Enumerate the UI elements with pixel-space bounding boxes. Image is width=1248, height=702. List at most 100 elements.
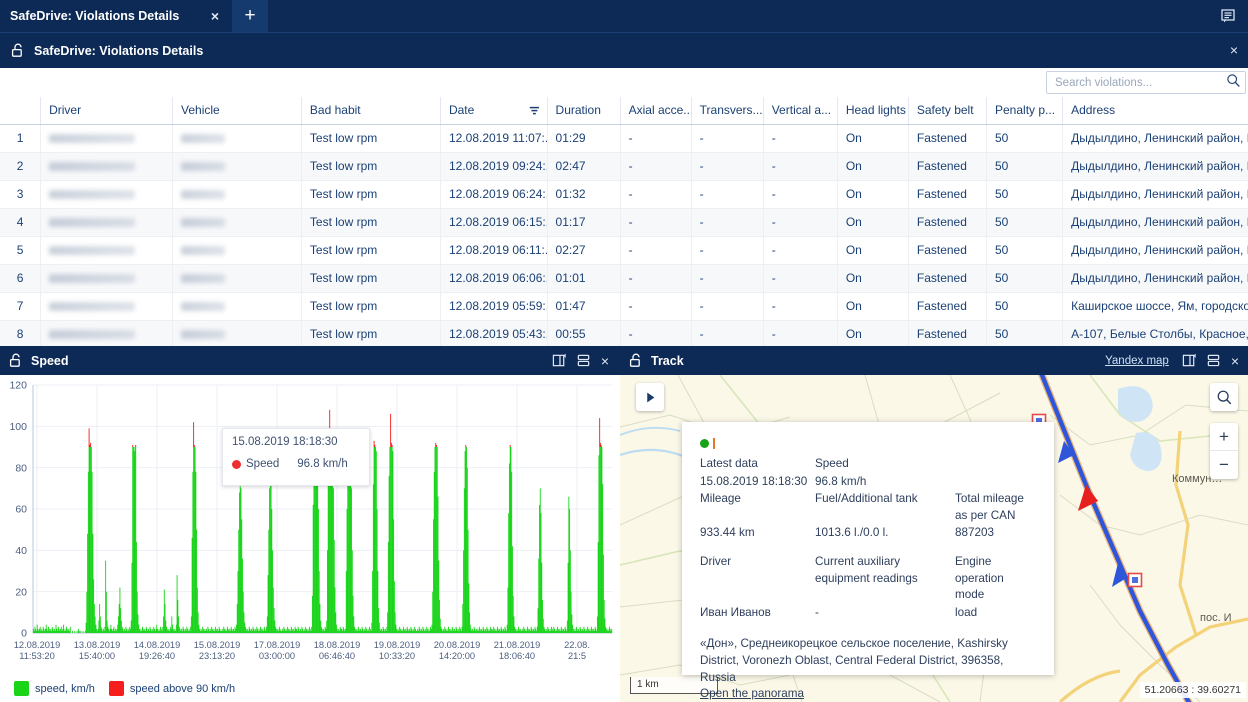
y-axis-tick-label: 60 (15, 504, 27, 516)
column-header-bad-habit[interactable]: Bad habit (301, 97, 441, 125)
field-value-driver: Иван Иванов (700, 605, 771, 619)
cell-axial: - (620, 208, 692, 237)
x-axis-tick-time: 18:06:40 (499, 651, 535, 661)
track-panel-close-icon[interactable]: × (1231, 353, 1239, 369)
yandex-map-link[interactable]: Yandex map (1105, 355, 1169, 367)
map-zoom-controls[interactable]: + − (1210, 423, 1238, 479)
sort-filter-icon[interactable] (529, 105, 540, 119)
field-label-driver: Driver (700, 555, 732, 569)
search-input[interactable] (1055, 76, 1226, 89)
open-panorama-link[interactable]: Open the panorama (700, 686, 804, 702)
cell-vertical: - (763, 124, 838, 153)
cell-safety_belt: Fastened (908, 180, 988, 209)
column-header-date[interactable]: Date (440, 97, 548, 125)
y-axis-tick-label: 20 (15, 586, 27, 598)
stack-layout-icon[interactable] (1203, 350, 1225, 372)
stack-layout-icon[interactable] (573, 350, 595, 372)
cell-axial: - (620, 264, 692, 293)
legend-label-speed-above-90: speed above 90 km/h (129, 682, 236, 695)
notes-icon[interactable] (1216, 5, 1240, 27)
zoom-in-button[interactable]: + (1210, 423, 1238, 451)
cell-date: 12.08.2019 06:11:... (440, 236, 548, 265)
table-row[interactable]: 2 Test low rpm 12.08.2019 09:24:... 02:47- -… (0, 152, 1248, 181)
column-header-axial-acceleration[interactable]: Axial acce... (620, 97, 692, 125)
cell-axial: - (620, 292, 692, 321)
browser-tab[interactable]: SafeDrive: Violations Details × (0, 0, 232, 32)
x-axis-tick-time: 19:26:40 (139, 651, 175, 661)
cell-date: 12.08.2019 06:15:... (440, 208, 548, 237)
cell-safety_belt: Fastened (908, 236, 988, 265)
table-row[interactable]: 3 Test low rpm 12.08.2019 06:24:... 01:32- -… (0, 180, 1248, 209)
table-row[interactable]: 8 Test low rpm 12.08.2019 05:43:... 00:55- -… (0, 320, 1248, 346)
speed-panel-close-icon[interactable]: × (601, 353, 609, 369)
violations-table-container[interactable]: Driver Vehicle Bad habit Date Duration A… (0, 97, 1248, 346)
cell-date: 12.08.2019 05:59:... (440, 292, 548, 321)
search-box[interactable] (1046, 71, 1246, 94)
cell-driver (40, 292, 174, 321)
balloon-fields-grid: Latest data Speed 15.08.2019 18:18:30 96… (700, 456, 1036, 542)
table-row[interactable]: 6 Test low rpm 12.08.2019 06:06:... 01:01- -… (0, 264, 1248, 293)
cell-driver (40, 320, 174, 346)
column-header-index[interactable] (0, 97, 42, 125)
x-axis-tick-time: 11:53:20 (19, 651, 55, 661)
column-header-head-lights[interactable]: Head lights (837, 97, 909, 125)
x-axis-tick-time: 23:13:20 (199, 651, 235, 661)
cell-idx: 2 (0, 152, 42, 181)
map-search-button[interactable] (1210, 383, 1238, 411)
column-header-transverse-acceleration[interactable]: Transvers... (691, 97, 764, 125)
cell-axial: - (620, 320, 692, 346)
cell-transverse: - (691, 264, 764, 293)
cell-address: Дыдылдино, Ленинский район, Мос (1062, 236, 1248, 265)
close-icon[interactable]: × (206, 8, 224, 24)
cell-transverse: - (691, 208, 764, 237)
cell-duration: 01:17 (547, 208, 621, 237)
cell-driver (40, 152, 174, 181)
x-axis-tick-date: 14.08.2019 (134, 640, 181, 650)
play-button[interactable] (636, 383, 664, 411)
cell-vehicle (172, 320, 302, 346)
cell-vehicle (172, 180, 302, 209)
detach-window-icon[interactable] (549, 350, 571, 372)
cell-duration: 01:01 (547, 264, 621, 293)
cell-axial: - (620, 152, 692, 181)
cell-bad_habit: Test low rpm (301, 264, 441, 293)
unlocked-padlock-icon[interactable] (629, 353, 643, 368)
cell-date: 12.08.2019 06:24:... (440, 180, 548, 209)
cell-vertical: - (763, 320, 838, 346)
column-header-vehicle[interactable]: Vehicle (172, 97, 302, 125)
cell-driver (40, 180, 174, 209)
cell-head_lights: On (837, 320, 909, 346)
balloon-address: «Дон», Среднеикорецкое сельское поселени… (700, 637, 1008, 684)
zoom-out-button[interactable]: − (1210, 451, 1238, 479)
cell-address: Дыдылдино, Ленинский район, Мос (1062, 208, 1248, 237)
cell-vehicle (172, 124, 302, 153)
table-row[interactable]: 7 Test low rpm 12.08.2019 05:59:... 01:47- -… (0, 292, 1248, 321)
redacted-value (181, 190, 226, 200)
column-header-penalty-points[interactable]: Penalty p... (986, 97, 1064, 125)
cell-duration: 01:47 (547, 292, 621, 321)
cell-date: 12.08.2019 11:07:... (440, 124, 548, 153)
speed-chart[interactable]: 0 20 40 60 80 100 120 12.08.2019 11:53:20 13.08.2… (0, 375, 620, 702)
table-row[interactable]: 4 Test low rpm 12.08.2019 06:15:... 01:17- -… (0, 208, 1248, 237)
new-tab-button[interactable]: + (232, 0, 268, 32)
cell-penalty: 50 (986, 264, 1064, 293)
column-header-driver[interactable]: Driver (40, 97, 174, 125)
unlocked-padlock-icon[interactable] (11, 43, 25, 58)
column-header-safety-belt[interactable]: Safety belt (908, 97, 988, 125)
column-header-vertical-acceleration[interactable]: Vertical a... (763, 97, 838, 125)
status-dot-icon (700, 439, 709, 448)
table-row[interactable]: 1 Test low rpm 12.08.2019 11:07:... 01:29- -… (0, 124, 1248, 153)
cell-penalty: 50 (986, 236, 1064, 265)
window-close-icon[interactable]: × (1230, 42, 1238, 58)
track-map[interactable]: Коммун… пос. И + − 1 km 51.20663 : 39.60… (620, 375, 1248, 702)
detach-window-icon[interactable] (1179, 350, 1201, 372)
redacted-value (49, 274, 136, 284)
cell-address: Дыдылдино, Ленинский район, Мос (1062, 152, 1248, 181)
table-row[interactable]: 5 Test low rpm 12.08.2019 06:11:... 02:27- -… (0, 236, 1248, 265)
unlocked-padlock-icon[interactable] (9, 353, 23, 368)
column-header-address[interactable]: Address (1062, 97, 1248, 125)
redacted-value (181, 218, 226, 228)
column-header-duration[interactable]: Duration (547, 97, 621, 125)
search-icon[interactable] (1226, 73, 1241, 93)
cell-driver (40, 264, 174, 293)
